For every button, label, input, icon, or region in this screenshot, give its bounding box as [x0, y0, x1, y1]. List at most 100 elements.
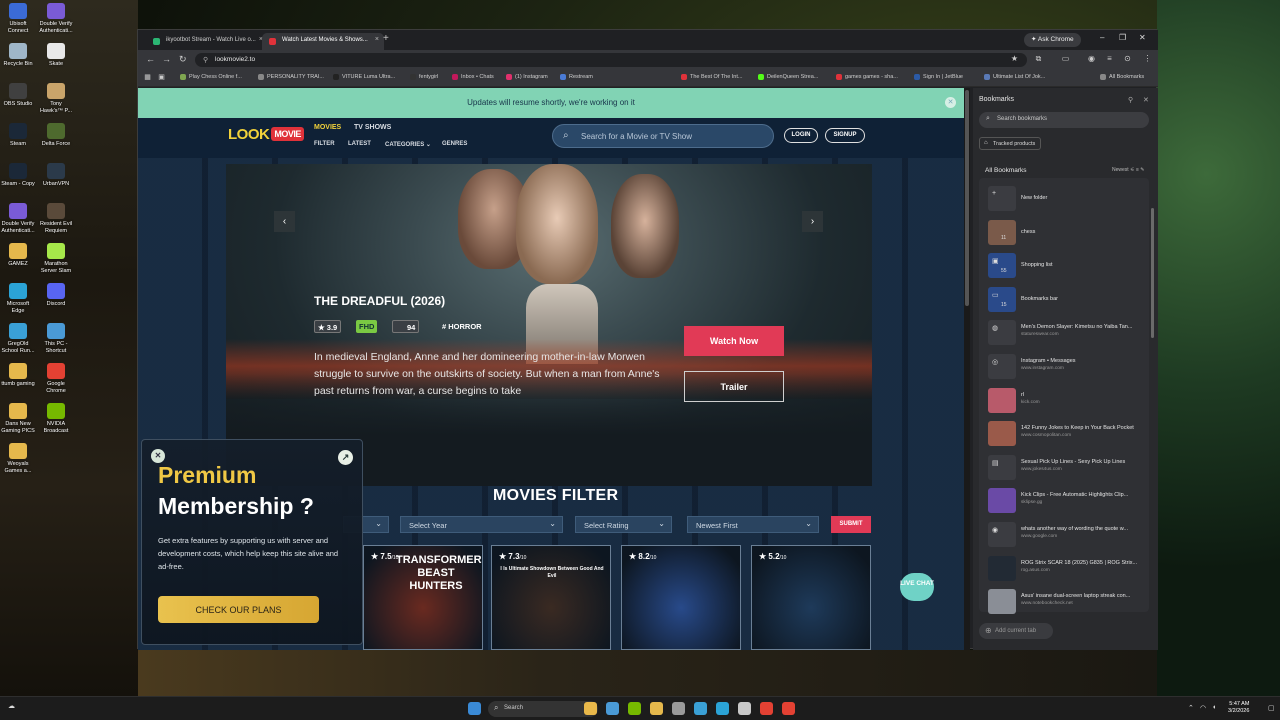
- bookmark-item[interactable]: 142 Funny Jokes to Keep in Your Back Poc…: [985, 419, 1145, 447]
- bookmark-item[interactable]: 11 chess: [985, 218, 1145, 246]
- nav-categories[interactable]: CATEGORIES ⌄: [385, 141, 431, 148]
- external-link-icon[interactable]: ↗: [338, 450, 353, 465]
- desktop-icon[interactable]: GAMEZ: [0, 243, 36, 268]
- bookmark-bar-item[interactable]: (1) Instagram: [506, 74, 548, 80]
- taskbar-app-icon[interactable]: [760, 702, 773, 715]
- nav-tv-shows[interactable]: TV SHOWS: [354, 124, 391, 131]
- bookmark-bar-item[interactable]: fentygirl: [410, 74, 438, 80]
- close-icon[interactable]: ×: [375, 36, 379, 43]
- desktop-icon[interactable]: Resident Evil Requiem: [38, 203, 74, 234]
- tab-search-icon[interactable]: ▣: [156, 73, 167, 84]
- desktop-icon[interactable]: NVIDIA Broadcast: [38, 403, 74, 434]
- apps-icon[interactable]: ▦: [142, 73, 153, 84]
- bookmark-bar-item[interactable]: Sign In | JetBlue: [914, 74, 963, 80]
- desktop-icon[interactable]: OBS Studio: [0, 83, 36, 108]
- desktop-icon[interactable]: This PC - Shortcut: [38, 323, 74, 354]
- volume-icon[interactable]: ◖: [1212, 704, 1216, 711]
- genre-tag[interactable]: # HORROR: [439, 320, 485, 333]
- desktop-icon[interactable]: Weoyals Games a...: [0, 443, 36, 474]
- taskbar-app-icon[interactable]: [672, 702, 685, 715]
- profile-icon[interactable]: ◉: [1086, 54, 1097, 65]
- desktop-icon[interactable]: Marathon Server Slam: [38, 243, 74, 274]
- ask-chrome-button[interactable]: ✦ Ask Chrome: [1024, 33, 1081, 47]
- sort-button[interactable]: Newest ⚟ ≡ ✎: [1112, 167, 1144, 173]
- bookmark-bar-item[interactable]: Play Chess Online f...: [180, 74, 242, 80]
- movie-card[interactable]: ★ 8.2/10: [621, 545, 741, 650]
- nav-latest[interactable]: LATEST: [348, 141, 371, 147]
- bookmark-bar-item[interactable]: Ultimate List Of Jok...: [984, 74, 1045, 80]
- desktop-icon[interactable]: Dans New Gaming PICS: [0, 403, 36, 434]
- taskbar-app-icon[interactable]: [628, 702, 641, 715]
- close-icon[interactable]: ✕: [945, 97, 956, 108]
- pin-icon[interactable]: ⚲: [1128, 96, 1133, 104]
- bookmark-item[interactable]: ◉ whats another way of wording the quote …: [985, 520, 1145, 548]
- bookmark-bar-item[interactable]: Inbox • Chats: [452, 74, 494, 80]
- site-logo[interactable]: LOOK MOVIE: [228, 126, 304, 143]
- desktop-icon[interactable]: Recycle Bin: [0, 43, 36, 68]
- widgets-icon[interactable]: ☁: [8, 702, 15, 710]
- incognito-icon[interactable]: ⊙: [1122, 54, 1133, 65]
- taskbar-app-icon[interactable]: [584, 702, 597, 715]
- close-window-icon[interactable]: ✕: [1139, 33, 1146, 42]
- add-current-tab-button[interactable]: ⊕ Add current tab: [979, 623, 1053, 639]
- bookmark-bar-item[interactable]: The Best Of The Int...: [681, 74, 742, 80]
- maximize-icon[interactable]: ❐: [1119, 33, 1126, 42]
- sort-select[interactable]: Newest First ⌄: [687, 516, 819, 533]
- signup-button[interactable]: SIGNUP: [825, 128, 865, 143]
- site-search-input[interactable]: ⌕ Search for a Movie or TV Show: [552, 124, 774, 148]
- site-info-icon[interactable]: ⚲: [203, 56, 208, 64]
- bookmark-search-input[interactable]: ⌕ Search bookmarks: [979, 112, 1149, 128]
- bookmark-item[interactable]: Kick Clips - Free Automatic Highlights C…: [985, 486, 1145, 514]
- url-field[interactable]: ⚲ lookmovie2.to: [195, 53, 1027, 67]
- movie-card[interactable]: ★ 5.2/10: [751, 545, 871, 650]
- scrollbar-thumb[interactable]: [965, 90, 969, 306]
- sidepanel-icon[interactable]: ▭: [1060, 54, 1071, 65]
- taskbar-app-icon[interactable]: [782, 702, 795, 715]
- bookmark-item[interactable]: ◍ Men's Demon Slayer: Kimetsu no Yaiba Ta…: [985, 318, 1145, 346]
- taskbar-app-icon[interactable]: [738, 702, 751, 715]
- tab-stream[interactable]: ikyootbot Stream - Watch Live o... ×: [146, 33, 268, 50]
- taskbar-app-icon[interactable]: [650, 702, 663, 715]
- taskbar-search[interactable]: ⌕ Search: [488, 701, 598, 717]
- desktop-icon[interactable]: ttumb gaming: [0, 363, 36, 388]
- tracked-products-button[interactable]: ⌂ Tracked products: [979, 137, 1042, 150]
- check-plans-button[interactable]: CHECK OUR PLANS: [158, 596, 319, 623]
- start-icon[interactable]: [468, 702, 481, 715]
- close-panel-icon[interactable]: ✕: [1143, 96, 1149, 104]
- notification-icon[interactable]: ▢: [1268, 704, 1275, 712]
- bookmark-bar-item[interactable]: games games - sha...: [836, 74, 898, 80]
- panel-scrollbar[interactable]: [1151, 208, 1154, 338]
- desktop-icon[interactable]: Steam - Copy: [0, 163, 36, 188]
- bookmark-bar-item[interactable]: All Bookmarks: [1100, 74, 1144, 80]
- nav-movies[interactable]: MOVIES: [314, 124, 341, 131]
- tab-lookmovie[interactable]: Watch Latest Movies & Shows... ×: [262, 33, 384, 50]
- desktop-icon[interactable]: Google Chrome: [38, 363, 74, 394]
- taskbar-app-icon[interactable]: [606, 702, 619, 715]
- rating-select[interactable]: Select Rating ⌄: [575, 516, 672, 533]
- trailer-button[interactable]: Trailer: [684, 371, 784, 402]
- wifi-icon[interactable]: ◠: [1200, 704, 1206, 712]
- desktop-icon[interactable]: UrbanVPN: [38, 163, 74, 188]
- desktop-icon[interactable]: Ubisoft Connect: [0, 3, 36, 34]
- new-tab-icon[interactable]: +: [383, 33, 389, 44]
- desktop-icon[interactable]: Delta Force: [38, 123, 74, 148]
- bookmark-bar-item[interactable]: DeilenQueen Strea...: [758, 74, 818, 80]
- movie-card[interactable]: ★ 7.5/10 TRANSFORMERS BEAST HUNTERS: [363, 545, 483, 650]
- live-chat-button[interactable]: LIVE CHAT: [900, 567, 942, 601]
- desktop-icon[interactable]: Microsoft Edge: [0, 283, 36, 314]
- reading-list-icon[interactable]: ≡: [1104, 54, 1115, 65]
- menu-icon[interactable]: ⋮: [1142, 54, 1153, 65]
- star-icon[interactable]: ★: [1009, 54, 1020, 65]
- system-clock[interactable]: 5:47 AM 3/2/2026: [1228, 701, 1249, 715]
- desktop-icon[interactable]: GregOld School Run...: [0, 323, 36, 354]
- desktop-icon[interactable]: Double Verify Authenticati...: [0, 203, 36, 234]
- desktop-icon[interactable]: Steam: [0, 123, 36, 148]
- reload-icon[interactable]: ↻: [179, 54, 187, 65]
- taskbar-app-icon[interactable]: [694, 702, 707, 715]
- bookmark-bar-item[interactable]: Restream: [560, 74, 593, 80]
- nav-genres[interactable]: GENRES: [442, 141, 467, 147]
- bookmark-item[interactable]: ▤ Sexual Pick Up Lines - Sexy Pick Up Lin…: [985, 453, 1145, 481]
- bookmark-item[interactable]: rl kick.com: [985, 386, 1145, 414]
- login-button[interactable]: LOGIN: [784, 128, 818, 143]
- bookmark-bar-item[interactable]: PERSONALITY TRAI...: [258, 74, 324, 80]
